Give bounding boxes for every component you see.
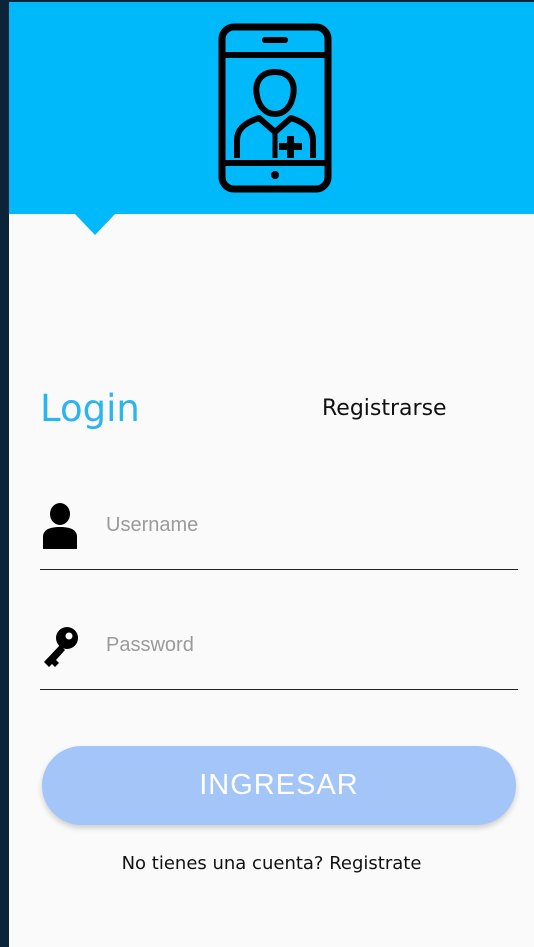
password-input[interactable] bbox=[104, 627, 508, 663]
header-pointer bbox=[75, 214, 115, 235]
key-icon bbox=[44, 627, 78, 667]
password-field bbox=[40, 619, 518, 690]
smartphone-doctor-icon bbox=[218, 23, 332, 193]
user-icon bbox=[43, 503, 77, 549]
ingresar-button[interactable]: INGRESAR bbox=[42, 746, 516, 825]
signup-link[interactable]: No tienes una cuenta? Registrate bbox=[9, 853, 534, 874]
username-field bbox=[40, 499, 518, 570]
window-frame: Login Registrarse INGRESAR No tienes una… bbox=[0, 0, 534, 947]
username-input[interactable] bbox=[104, 507, 508, 543]
login-screen: Login Registrarse INGRESAR No tienes una… bbox=[9, 2, 534, 947]
header-banner bbox=[9, 2, 534, 214]
tab-register[interactable]: Registrarse bbox=[322, 396, 447, 421]
tab-login[interactable]: Login bbox=[40, 387, 140, 430]
